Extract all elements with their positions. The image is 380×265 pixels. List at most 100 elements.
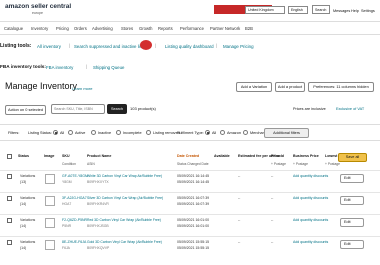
row-status[interactable]: Variations	[20, 174, 35, 178]
listing-status-label: Listing Status:	[28, 131, 52, 135]
col-business-price[interactable]: Business Price	[293, 154, 319, 158]
additional-filters-button[interactable]: Additional filters	[264, 128, 309, 138]
select-all-checkbox[interactable]	[7, 154, 12, 159]
seller-central-page: amazon seller central europe United King…	[0, 0, 380, 265]
language-selector[interactable]: English	[288, 6, 308, 14]
nav-performance[interactable]: Performance	[180, 26, 204, 31]
nav-catalogue[interactable]: Catalogue	[4, 26, 23, 31]
header-search-input[interactable]: Search	[312, 5, 330, 14]
store-selector[interactable]: United Kingdom	[245, 6, 285, 14]
filters-label: Filters:	[8, 131, 20, 135]
link-separator: |	[86, 64, 88, 69]
listing-quality-link[interactable]: Listing quality dashboard	[165, 44, 214, 49]
row-checkbox[interactable]	[7, 218, 12, 223]
row-business-price-link[interactable]: Add quantity discounts	[293, 196, 328, 200]
inventory-search-input[interactable]: Search SKU, Title, ISBN	[51, 104, 105, 114]
nav-partner-network[interactable]: Partner Network	[210, 26, 240, 31]
amazon-logo[interactable]: amazon seller central	[5, 3, 71, 10]
add-variation-button[interactable]: Add a Variation	[236, 82, 272, 92]
col-sku[interactable]: SKU	[62, 154, 70, 158]
col-status[interactable]: Status	[18, 154, 29, 158]
row-asin: F6JA	[62, 246, 70, 250]
messages-link[interactable]: Messages	[333, 9, 350, 13]
save-all-button[interactable]: Save all	[338, 153, 367, 162]
row-asin-secondary: B09FHXXYTX	[87, 180, 109, 184]
sub-status-date: Status Changed Date	[177, 162, 209, 166]
search-button[interactable]: Search	[107, 104, 127, 114]
nav-reports[interactable]: Reports	[158, 26, 173, 31]
preferences-button[interactable]: Preferences: 11 columns hidden	[308, 82, 374, 92]
status-all-label[interactable]: All	[60, 131, 64, 135]
row-sku[interactable]: F2-Q6ZD-P5NR	[62, 218, 87, 222]
fba-inventory-link[interactable]: FBA inventory	[46, 65, 73, 70]
row-edit-button[interactable]: Edit	[340, 174, 364, 183]
row-status-date: 05/09/2021 16:14:45	[177, 180, 210, 184]
status-inactive-label[interactable]: Inactive	[98, 131, 111, 135]
col-date-created[interactable]: Date Created	[177, 154, 199, 158]
col-product-name[interactable]: Product Name	[87, 154, 111, 158]
status-incomplete-label[interactable]: Incomplete	[123, 131, 142, 135]
product-thumbnail	[45, 196, 55, 206]
bulk-action-dropdown[interactable]: Action on 0 selected	[5, 105, 46, 115]
row-status[interactable]: Variations	[20, 240, 35, 244]
col-available[interactable]: Available	[214, 154, 230, 158]
row-product-name[interactable]: Gold 3D Carbon Vinyl Car Wrap (Air/Bubbl…	[87, 240, 162, 244]
nav-stores[interactable]: Stores	[121, 26, 133, 31]
row-status-date: 05/09/2021 16:07:39	[177, 202, 210, 206]
row-product-name[interactable]: White 3D Carbon Vinyl Car Wrap Air/Bubbl…	[87, 174, 162, 178]
row-date-created: 05/09/2021 15:55:15	[177, 240, 210, 244]
row-asin: P5NR	[62, 224, 72, 228]
status-all-radio[interactable]	[53, 130, 58, 135]
fulfilment-amazon-label[interactable]: Amazon	[227, 131, 241, 135]
row-business-price-link[interactable]: Add quantity discounts	[293, 240, 328, 244]
status-removed-radio[interactable]	[146, 130, 151, 135]
row-business-price-link[interactable]: Add quantity discounts	[293, 218, 328, 222]
row-edit-button[interactable]: Edit	[340, 196, 364, 205]
status-active-label[interactable]: Active	[75, 131, 85, 135]
row-status[interactable]: Variations	[20, 218, 35, 222]
row-count: (14)	[20, 202, 27, 206]
settings-link[interactable]: Settings	[361, 9, 375, 13]
row-checkbox[interactable]	[7, 196, 12, 201]
sub-asin: ASIN	[87, 162, 95, 166]
row-count: (13)	[20, 180, 27, 184]
row-business-price-link[interactable]: Add quantity discounts	[293, 174, 328, 178]
row-sku[interactable]: GF-A0TE-Y8GM	[62, 174, 88, 178]
all-inventory-link[interactable]: All inventory	[37, 44, 61, 49]
nav-advertising[interactable]: Advertising	[92, 26, 113, 31]
help-link[interactable]: Help	[351, 9, 359, 13]
nav-growth[interactable]: Growth	[139, 26, 153, 31]
manage-pricing-link[interactable]: Manage Pricing	[223, 44, 254, 49]
fulfilment-amazon-radio[interactable]	[220, 130, 225, 135]
status-incomplete-radio[interactable]	[116, 130, 121, 135]
col-image: Image	[44, 154, 55, 158]
fulfilment-all-radio[interactable]	[205, 130, 210, 135]
row-sku[interactable]: 8E-ZHUE-F6JA	[62, 240, 86, 244]
nav-orders[interactable]: Orders	[74, 26, 87, 31]
row-checkbox[interactable]	[7, 240, 12, 245]
status-inactive-radio[interactable]	[91, 130, 96, 135]
row-status[interactable]: Variations	[20, 196, 35, 200]
fulfilment-merchant-radio[interactable]	[243, 130, 248, 135]
col-price[interactable]: Price	[271, 154, 280, 158]
nav-inventory[interactable]: Inventory	[31, 26, 48, 31]
shipping-queue-link[interactable]: Shipping Queue	[93, 65, 125, 70]
row-sku[interactable]: 3F-A2JG-HGA7	[62, 196, 87, 200]
nav-pricing[interactable]: Pricing	[56, 26, 69, 31]
status-active-radio[interactable]	[68, 130, 73, 135]
sub-postage: + Postage	[271, 162, 286, 166]
status-removed-label[interactable]: Listing removed	[153, 131, 180, 135]
add-product-button[interactable]: Add a product	[275, 82, 305, 92]
fulfilment-all-label[interactable]: All	[212, 131, 216, 135]
row-edit-button[interactable]: Edit	[340, 218, 364, 227]
exclusive-vat-link[interactable]: Exclusive of VAT	[336, 107, 364, 111]
nav-b2b[interactable]: B2B	[245, 26, 253, 31]
row-asin: HGA7	[62, 202, 72, 206]
row-edit-button[interactable]: Edit	[340, 240, 364, 249]
learn-more-link[interactable]: Learn more	[72, 86, 92, 91]
row-fee: --	[238, 240, 241, 244]
link-separator: |	[155, 43, 157, 48]
row-product-name[interactable]: Silver 3D Carbon Vinyl Car Wrap (Air/Bub…	[87, 196, 163, 200]
row-checkbox[interactable]	[7, 174, 12, 179]
row-product-name[interactable]: Red 3D Carbon Vinyl Car Wrap (Air/Bubble…	[87, 218, 161, 222]
